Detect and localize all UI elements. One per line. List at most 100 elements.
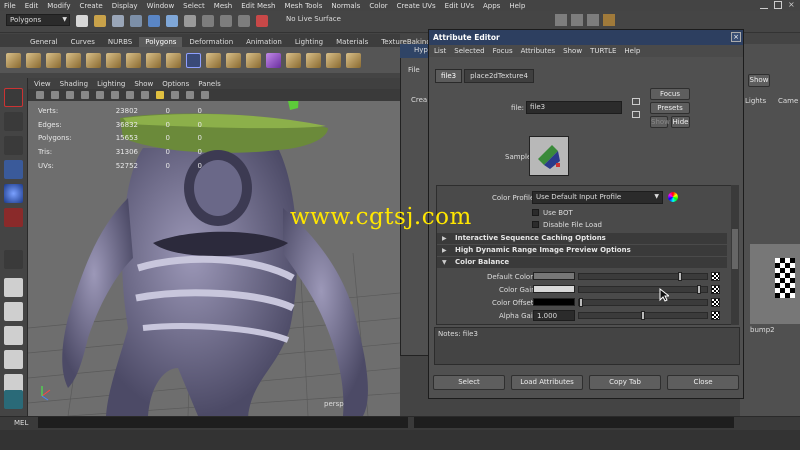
- save-scene-icon[interactable]: [112, 15, 124, 27]
- render-icon[interactable]: [555, 14, 567, 26]
- manipulator-icon[interactable]: [4, 250, 23, 269]
- hypershade-icon[interactable]: [603, 14, 615, 26]
- menu-mesh-tools[interactable]: Mesh Tools: [284, 2, 322, 10]
- combine-icon[interactable]: [186, 52, 201, 68]
- outliner-layout-icon[interactable]: [4, 350, 23, 369]
- viewport-menu-view[interactable]: View: [34, 80, 51, 88]
- shelf-tab-lighting[interactable]: Lighting: [289, 37, 329, 47]
- cameras-tab[interactable]: Came: [778, 97, 798, 105]
- snap-curve-icon[interactable]: [220, 15, 232, 27]
- render-settings-icon[interactable]: [587, 14, 599, 26]
- smooth-icon[interactable]: [246, 52, 261, 68]
- rotate-tool-icon[interactable]: [4, 184, 23, 203]
- ae-menu-show[interactable]: Show: [563, 47, 582, 55]
- ipr-render-icon[interactable]: [571, 14, 583, 26]
- fill-hole-icon[interactable]: [346, 52, 361, 68]
- bump-node-swatch[interactable]: [750, 244, 800, 324]
- menu-mesh[interactable]: Mesh: [214, 2, 232, 10]
- attribute-scroll-area[interactable]: Color Profile Use Default Input Profile ▼…: [436, 185, 736, 325]
- alpha-gain-field[interactable]: 1.000: [533, 310, 575, 321]
- lights-icon[interactable]: [156, 91, 164, 99]
- extract-icon[interactable]: [226, 52, 241, 68]
- menu-display[interactable]: Display: [112, 2, 138, 10]
- xray-icon[interactable]: [186, 91, 194, 99]
- ae-menu-selected[interactable]: Selected: [454, 47, 484, 55]
- poly-cube-icon[interactable]: [26, 52, 41, 68]
- single-layout-icon[interactable]: [4, 278, 23, 297]
- slider-knob[interactable]: [579, 298, 583, 307]
- four-layout-icon[interactable]: [4, 302, 23, 321]
- tab-file3[interactable]: file3: [435, 69, 463, 83]
- tab-place2dtexture4[interactable]: place2dTexture4: [464, 69, 534, 83]
- camera-icon[interactable]: [36, 91, 44, 99]
- menu-create[interactable]: Create: [79, 2, 102, 10]
- close-button[interactable]: Close: [667, 375, 739, 390]
- maximize-icon[interactable]: [774, 1, 782, 9]
- append-polygon-icon[interactable]: [326, 52, 341, 68]
- default-color-swatch[interactable]: [533, 272, 575, 280]
- viewport-menu-shading[interactable]: Shading: [60, 80, 88, 88]
- map-button-icon[interactable]: [711, 272, 720, 281]
- focus-button[interactable]: Focus: [650, 88, 690, 100]
- section-color-balance[interactable]: ▼ Color Balance: [437, 257, 727, 268]
- load-attributes-button[interactable]: Load Attributes: [511, 375, 583, 390]
- disable-file-load-checkbox[interactable]: [532, 221, 539, 228]
- hypershade-create-tab[interactable]: Crea: [411, 96, 427, 104]
- slider-knob[interactable]: [697, 285, 701, 294]
- scrollbar-thumb[interactable]: [732, 229, 738, 269]
- bridge-icon[interactable]: [306, 52, 321, 68]
- show-button-right[interactable]: Show: [748, 74, 770, 87]
- default-color-slider[interactable]: [578, 272, 708, 281]
- side-layout-icon[interactable]: [4, 326, 23, 345]
- alpha-gain-slider[interactable]: [578, 311, 708, 320]
- menu-file[interactable]: File: [4, 2, 16, 10]
- copy-tab-button[interactable]: Copy Tab: [589, 375, 661, 390]
- shelf-tab-curves[interactable]: Curves: [65, 37, 101, 47]
- notes-panel[interactable]: Notes: file3: [434, 327, 740, 365]
- mode-selector[interactable]: Polygons ▼: [6, 14, 70, 26]
- color-gain-swatch[interactable]: [533, 285, 575, 293]
- hypershade-menu-file[interactable]: File: [408, 66, 420, 74]
- grid-icon[interactable]: [96, 91, 104, 99]
- viewport-menu-panels[interactable]: Panels: [198, 80, 221, 88]
- menu-modify[interactable]: Modify: [47, 2, 70, 10]
- select-tool-icon[interactable]: [4, 88, 23, 107]
- textured-icon[interactable]: [141, 91, 149, 99]
- bevel-icon[interactable]: [266, 52, 281, 68]
- input-connection-icon[interactable]: [632, 98, 640, 105]
- hypershade-layout-icon[interactable]: [4, 390, 23, 409]
- poly-pyramid-icon[interactable]: [146, 52, 161, 68]
- close-icon[interactable]: ×: [731, 32, 741, 42]
- menu-help[interactable]: Help: [509, 2, 525, 10]
- snap-surface-icon[interactable]: [256, 15, 268, 27]
- ae-menu-list[interactable]: List: [434, 47, 446, 55]
- color-offset-swatch[interactable]: [533, 298, 575, 306]
- show-button[interactable]: Show: [650, 116, 670, 128]
- menu-edit[interactable]: Edit: [25, 2, 39, 10]
- separate-icon[interactable]: [206, 52, 221, 68]
- color-gain-slider[interactable]: [578, 285, 708, 294]
- shadows-icon[interactable]: [171, 91, 179, 99]
- mel-label[interactable]: MEL: [14, 419, 28, 427]
- shelf-tab-deformation[interactable]: Deformation: [183, 37, 239, 47]
- wireframe-icon[interactable]: [111, 91, 119, 99]
- command-input[interactable]: [38, 417, 408, 428]
- file-name-field[interactable]: file3: [526, 101, 622, 114]
- attribute-scrollbar[interactable]: [731, 185, 739, 325]
- lights-tab[interactable]: Lights: [745, 97, 766, 105]
- shelf-tab-materials[interactable]: Materials: [330, 37, 374, 47]
- shelf-tab-nurbs[interactable]: NURBS: [102, 37, 138, 47]
- shelf-tab-animation[interactable]: Animation: [240, 37, 288, 47]
- viewport-menu-lighting[interactable]: Lighting: [97, 80, 125, 88]
- select-component-icon[interactable]: [184, 15, 196, 27]
- bookmark-icon[interactable]: [66, 91, 74, 99]
- map-button-icon[interactable]: [711, 285, 720, 294]
- viewport-menu-options[interactable]: Options: [162, 80, 189, 88]
- map-button-icon[interactable]: [711, 298, 720, 307]
- slider-knob[interactable]: [678, 272, 682, 281]
- menu-window[interactable]: Window: [147, 2, 175, 10]
- image-plane-icon[interactable]: [81, 91, 89, 99]
- presets-button[interactable]: Presets: [650, 102, 690, 114]
- snap-grid-icon[interactable]: [202, 15, 214, 27]
- menu-edit-mesh[interactable]: Edit Mesh: [241, 2, 275, 10]
